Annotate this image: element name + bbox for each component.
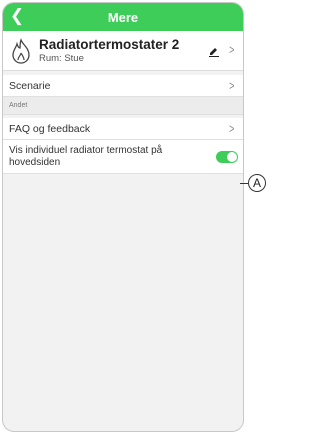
pencil-icon[interactable] — [208, 45, 220, 57]
back-button[interactable]: ❮ — [9, 6, 25, 26]
phone-screen: ❮ Mere Radiatortermostater 2 Rum: Stue >… — [2, 2, 244, 432]
toggle-knob — [227, 152, 237, 162]
flame-icon — [12, 37, 30, 64]
callout-label: A — [252, 176, 261, 190]
device-name: Radiatortermostater 2 — [39, 37, 180, 52]
setting-show-thermostat: Vis individuel radiator termostat på hov… — [3, 140, 243, 174]
menu-item-scenarie[interactable]: Scenarie > — [3, 75, 243, 97]
device-row[interactable]: Radiatortermostater 2 Rum: Stue > — [3, 31, 243, 71]
section-header-andet: Andet — [3, 97, 243, 115]
callout-line — [240, 183, 248, 184]
chevron-right-icon: > — [229, 42, 235, 57]
device-info: Radiatortermostater 2 Rum: Stue — [39, 38, 236, 63]
show-on-home-toggle[interactable] — [216, 151, 238, 163]
callout-marker: A — [248, 174, 266, 192]
menu-item-label: Scenarie — [9, 79, 51, 92]
chevron-right-icon: > — [229, 121, 235, 136]
page-title: Mere — [107, 9, 139, 25]
menu-item-label: FAQ og feedback — [9, 122, 91, 135]
chevron-right-icon: > — [229, 78, 235, 93]
menu-item-faq[interactable]: FAQ og feedback > — [3, 118, 243, 140]
toggle-label: Vis individuel radiator termostat på hov… — [9, 144, 163, 168]
device-room: Rum: Stue — [39, 52, 84, 64]
section-label: Andet — [9, 102, 28, 109]
app-header: ❮ Mere — [3, 3, 243, 31]
